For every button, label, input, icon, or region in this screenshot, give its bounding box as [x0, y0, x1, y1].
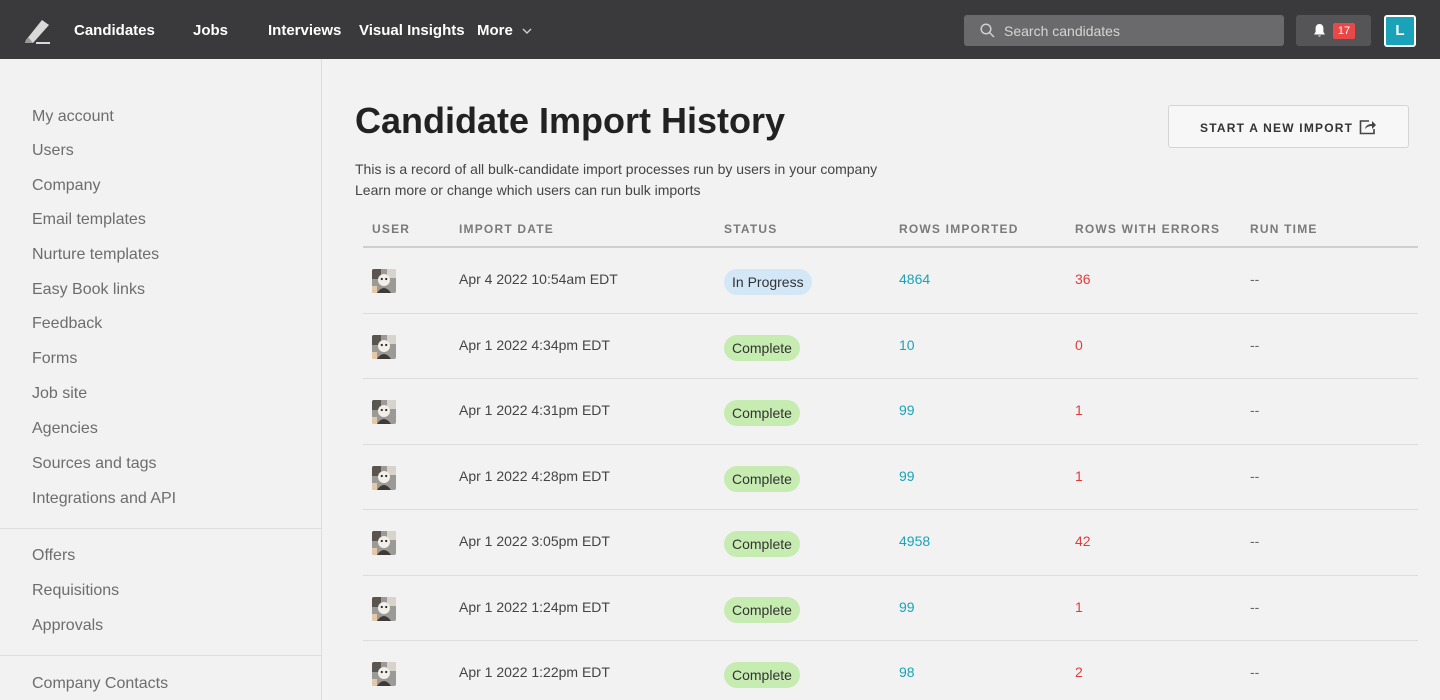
status-badge: Complete — [724, 400, 800, 426]
import-date: Apr 1 2022 4:34pm EDT — [459, 336, 610, 353]
nav-visual-insights[interactable]: Visual Insights — [359, 21, 465, 41]
status-badge: Complete — [724, 334, 800, 361]
user-avatar[interactable] — [372, 531, 396, 555]
user-avatar[interactable] — [372, 662, 396, 686]
sidebar-item-sources-and-tags[interactable]: Sources and tags — [32, 454, 157, 474]
rows-with-errors-link[interactable]: 2 — [1075, 664, 1083, 680]
sidebar-item-company[interactable]: Company — [32, 176, 100, 196]
import-date: Apr 1 2022 3:05pm EDT — [459, 533, 610, 549]
run-time: -- — [1250, 271, 1260, 287]
import-date: Apr 4 2022 10:54am EDT — [459, 271, 618, 287]
user-avatar[interactable] — [372, 334, 396, 359]
table-row[interactable]: Apr 1 2022 1:22pm EDT Complete 98 2 -- — [363, 641, 1418, 700]
sidebar-item-requisitions[interactable]: Requisitions — [32, 581, 119, 601]
sidebar-item-agencies[interactable]: Agencies — [32, 419, 98, 439]
table-row[interactable]: Apr 1 2022 4:34pm EDT Complete 10 0 -- — [363, 314, 1418, 379]
table-row[interactable]: Apr 1 2022 3:05pm EDT Complete 4958 42 -- — [363, 510, 1418, 576]
nav-candidates[interactable]: Candidates — [74, 21, 155, 41]
status-badge: In Progress — [724, 269, 812, 295]
user-avatar[interactable] — [372, 269, 396, 293]
rows-with-errors-link[interactable]: 36 — [1075, 271, 1091, 287]
user-avatar-button[interactable]: L — [1384, 15, 1416, 47]
run-time: -- — [1250, 336, 1260, 353]
notifications-button[interactable]: 17 — [1296, 15, 1371, 46]
run-time: -- — [1250, 533, 1260, 549]
table-row[interactable]: Apr 4 2022 10:54am EDT In Progress 4864 36 -… — [363, 248, 1418, 314]
sidebar-item-easy-book-links[interactable]: Easy Book links — [32, 280, 145, 300]
sidebar-item-users[interactable]: Users — [32, 141, 74, 161]
rows-with-errors-link[interactable]: 1 — [1075, 599, 1083, 615]
import-date: Apr 1 2022 1:24pm EDT — [459, 598, 610, 615]
rows-with-errors-link[interactable]: 1 — [1075, 468, 1083, 484]
column-header-run-time: RUN TIME — [1250, 222, 1318, 236]
table-row[interactable]: Apr 1 2022 4:28pm EDT Complete 99 1 -- — [363, 445, 1418, 510]
rows-imported-link[interactable]: 10 — [899, 337, 915, 353]
table-row[interactable]: Apr 1 2022 4:31pm EDT Complete 99 1 -- — [363, 379, 1418, 445]
column-header-status: STATUS — [724, 222, 778, 236]
status-badge: Complete — [724, 662, 800, 688]
import-history-table: USER IMPORT DATE STATUS ROWS IMPORTED RO… — [363, 221, 1418, 700]
import-date: Apr 1 2022 1:22pm EDT — [459, 664, 610, 680]
rows-imported-link[interactable]: 99 — [899, 402, 915, 418]
column-header-import-date: IMPORT DATE — [459, 222, 554, 236]
sidebar-item-email-templates[interactable]: Email templates — [32, 210, 146, 230]
sidebar-item-nurture-templates[interactable]: Nurture templates — [32, 245, 159, 265]
share-export-icon — [1359, 120, 1376, 135]
user-avatar[interactable] — [372, 400, 396, 424]
sidebar-divider — [0, 655, 321, 656]
status-badge: Complete — [724, 596, 800, 623]
main-content: Candidate Import History This is a recor… — [323, 59, 1440, 700]
rows-with-errors-link[interactable]: 1 — [1075, 402, 1083, 418]
search-icon — [980, 23, 995, 38]
status-badge: Complete — [724, 465, 800, 492]
rows-imported-link[interactable]: 98 — [899, 664, 915, 680]
sidebar-item-forms[interactable]: Forms — [32, 349, 77, 369]
start-new-import-button[interactable]: START A NEW IMPORT — [1168, 105, 1409, 148]
import-date: Apr 1 2022 4:31pm EDT — [459, 402, 610, 418]
run-time: -- — [1250, 664, 1260, 680]
top-nav-bar: Candidates Jobs Interviews Visual Insigh… — [0, 0, 1440, 59]
sidebar-item-offers[interactable]: Offers — [32, 546, 75, 566]
bulk-import-settings-link[interactable]: Learn more or change which users can run… — [355, 181, 701, 199]
sidebar-item-my-account[interactable]: My account — [32, 107, 114, 127]
page-description: This is a record of all bulk-candidate i… — [355, 161, 878, 177]
rows-imported-link[interactable]: 4958 — [899, 533, 930, 549]
run-time: -- — [1250, 598, 1260, 615]
table-header: USER IMPORT DATE STATUS ROWS IMPORTED RO… — [363, 221, 1418, 248]
page-title: Candidate Import History — [355, 100, 786, 141]
sidebar-item-job-site[interactable]: Job site — [32, 384, 87, 404]
run-time: -- — [1250, 402, 1260, 418]
column-header-rows-imported: ROWS IMPORTED — [899, 222, 1019, 236]
bell-icon — [1314, 24, 1325, 37]
search-box[interactable] — [964, 15, 1284, 46]
nav-jobs[interactable]: Jobs — [193, 21, 228, 41]
sidebar-item-company-contacts[interactable]: Company Contacts — [32, 674, 168, 694]
search-input[interactable] — [1004, 15, 1274, 46]
column-header-user: USER — [372, 222, 411, 236]
user-avatar[interactable] — [372, 465, 396, 490]
lever-logo-icon[interactable] — [22, 16, 52, 44]
sidebar-item-integrations-and-api[interactable]: Integrations and API — [32, 489, 176, 509]
notification-count-badge: 17 — [1333, 23, 1355, 39]
sidebar-item-feedback[interactable]: Feedback — [32, 314, 102, 334]
rows-with-errors-link[interactable]: 42 — [1075, 533, 1091, 549]
sidebar-item-approvals[interactable]: Approvals — [32, 616, 103, 636]
column-header-rows-with-errors: ROWS WITH ERRORS — [1075, 222, 1221, 236]
import-date: Apr 1 2022 4:28pm EDT — [459, 467, 610, 484]
user-avatar[interactable] — [372, 596, 396, 621]
table-row[interactable]: Apr 1 2022 1:24pm EDT Complete 99 1 -- — [363, 576, 1418, 641]
start-new-import-label: START A NEW IMPORT — [1200, 121, 1354, 135]
settings-sidebar: My account Users Company Email templates… — [0, 59, 322, 700]
table-body: Apr 4 2022 10:54am EDT In Progress 4864 36 -… — [363, 248, 1418, 700]
nav-more[interactable]: More — [477, 21, 513, 41]
rows-imported-link[interactable]: 99 — [899, 468, 915, 484]
rows-imported-link[interactable]: 99 — [899, 599, 915, 615]
chevron-down-icon[interactable] — [522, 26, 532, 36]
sidebar-divider — [0, 528, 321, 529]
status-badge: Complete — [724, 531, 800, 557]
rows-imported-link[interactable]: 4864 — [899, 271, 930, 287]
rows-with-errors-link[interactable]: 0 — [1075, 337, 1083, 353]
run-time: -- — [1250, 467, 1260, 484]
nav-interviews[interactable]: Interviews — [268, 21, 341, 41]
